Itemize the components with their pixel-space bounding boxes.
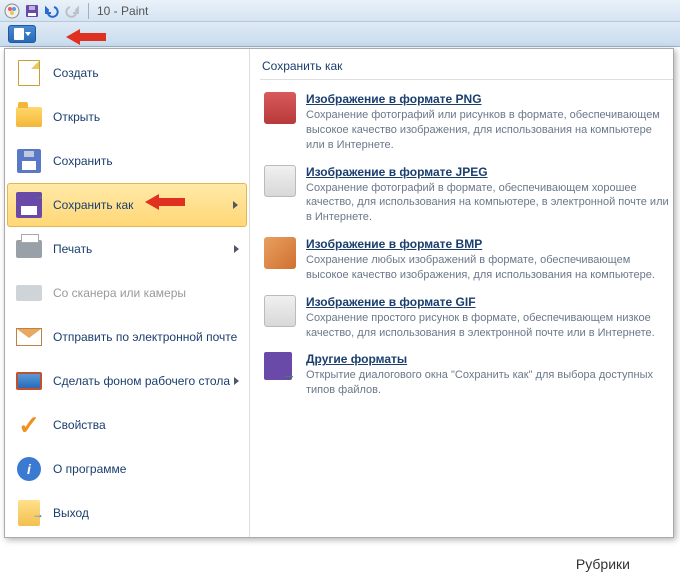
chevron-right-icon — [234, 377, 239, 385]
annotation-arrow-2 — [145, 192, 185, 212]
save-as-submenu: Сохранить как Изображение в формате PNG … — [249, 49, 673, 537]
qat-redo-icon[interactable] — [64, 3, 80, 19]
titlebar: 10 - Paint — [0, 0, 680, 22]
menu-label: Выход — [53, 506, 239, 520]
format-title: Изображение в формате PNG — [306, 92, 669, 106]
format-item-other[interactable]: Другие форматы Открытие диалогового окна… — [260, 346, 673, 404]
printer-icon — [15, 235, 43, 263]
menu-item-about[interactable]: i О программе — [7, 447, 247, 491]
menu-label: Со сканера или камеры — [53, 286, 239, 300]
annotation-arrow-1 — [66, 27, 106, 47]
folder-icon — [15, 103, 43, 131]
menu-label: Сохранить как — [53, 198, 233, 212]
qat-save-icon[interactable] — [24, 3, 40, 19]
envelope-icon — [15, 323, 43, 351]
format-item-gif[interactable]: Изображение в формате GIF Сохранение про… — [260, 289, 673, 347]
menu-item-new[interactable]: Создать — [7, 51, 247, 95]
format-item-bmp[interactable]: Изображение в формате BMP Сохранение люб… — [260, 231, 673, 289]
qat-undo-icon[interactable] — [44, 3, 60, 19]
divider — [88, 3, 89, 19]
menu-item-save-as[interactable]: Сохранить как — [7, 183, 247, 227]
format-title: Изображение в формате JPEG — [306, 165, 669, 179]
menu-label: Сохранить — [53, 154, 239, 168]
menu-item-save[interactable]: Сохранить — [7, 139, 247, 183]
file-menu-left: Создать Открыть Сохранить Сохранить как … — [5, 49, 249, 537]
gif-icon — [264, 295, 296, 327]
submenu-title: Сохранить как — [260, 55, 673, 80]
floppy-icon — [15, 147, 43, 175]
app-icon — [4, 3, 20, 19]
file-menu-button[interactable] — [8, 25, 36, 43]
menu-item-email[interactable]: Отправить по электронной почте — [7, 315, 247, 359]
menu-item-scanner: Со сканера или камеры — [7, 271, 247, 315]
page-icon — [15, 59, 43, 87]
menu-item-properties[interactable]: ✓ Свойства — [7, 403, 247, 447]
format-desc: Сохранение фотографий или рисунков в фор… — [306, 108, 669, 153]
menu-item-open[interactable]: Открыть — [7, 95, 247, 139]
format-desc: Сохранение любых изображений в формате, … — [306, 253, 669, 283]
menu-label: Открыть — [53, 110, 239, 124]
menu-label: Сделать фоном рабочего стола — [53, 374, 234, 388]
format-item-jpeg[interactable]: Изображение в формате JPEG Сохранение фо… — [260, 159, 673, 232]
other-formats-icon — [264, 352, 296, 384]
chevron-right-icon — [233, 201, 238, 209]
menu-item-wallpaper[interactable]: Сделать фоном рабочего стола — [7, 359, 247, 403]
window-title: 10 - Paint — [97, 4, 148, 18]
check-icon: ✓ — [15, 411, 43, 439]
floppy-arrow-icon — [15, 191, 43, 219]
format-desc: Открытие диалогового окна "Сохранить как… — [306, 368, 669, 398]
format-desc: Сохранение простого рисунок в формате, о… — [306, 311, 669, 341]
menu-label: О программе — [53, 462, 239, 476]
format-desc: Сохранение фотографий в формате, обеспеч… — [306, 181, 669, 226]
chevron-right-icon — [234, 245, 239, 253]
format-title: Изображение в формате BMP — [306, 237, 669, 251]
bmp-icon — [264, 237, 296, 269]
format-title: Изображение в формате GIF — [306, 295, 669, 309]
file-menu: Создать Открыть Сохранить Сохранить как … — [4, 48, 674, 538]
menu-label: Отправить по электронной почте — [53, 330, 239, 344]
menu-item-print[interactable]: Печать — [7, 227, 247, 271]
info-icon: i — [15, 455, 43, 483]
exit-icon — [15, 499, 43, 527]
scanner-icon — [15, 279, 43, 307]
menu-label: Создать — [53, 66, 239, 80]
desktop-icon — [15, 367, 43, 395]
format-title: Другие форматы — [306, 352, 669, 366]
png-icon — [264, 92, 296, 124]
format-item-png[interactable]: Изображение в формате PNG Сохранение фот… — [260, 86, 673, 159]
menu-item-exit[interactable]: Выход — [7, 491, 247, 535]
menu-label: Печать — [53, 242, 234, 256]
footer-text: Рубрики — [576, 556, 630, 572]
menu-label: Свойства — [53, 418, 239, 432]
jpeg-icon — [264, 165, 296, 197]
